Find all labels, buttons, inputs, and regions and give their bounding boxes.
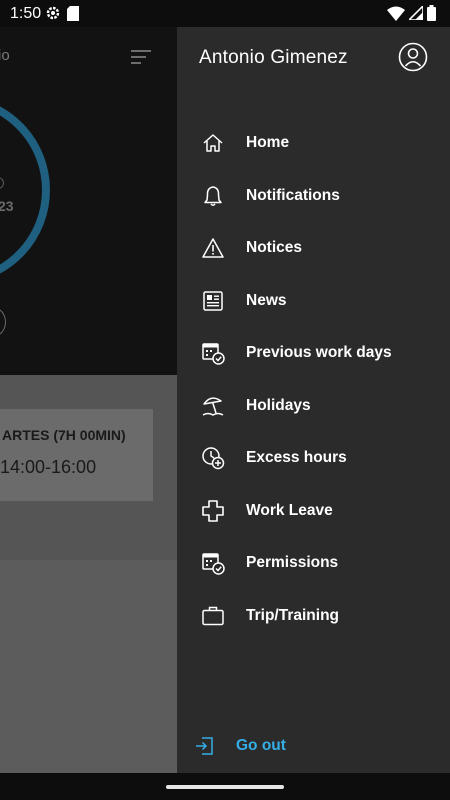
system-nav-bar (0, 773, 450, 800)
status-time: 1:50 (10, 5, 42, 22)
navigation-drawer: Antonio Gimenez Home Notifications Notic… (177, 27, 450, 773)
menu-label: Notifications (246, 186, 340, 204)
menu-item-trip-training[interactable]: Trip/Training (177, 590, 450, 643)
menu-item-holidays[interactable]: Holidays (177, 380, 450, 433)
signal-icon (407, 4, 424, 25)
menu-item-excess-hours[interactable]: Excess hours (177, 432, 450, 485)
logout-icon (193, 735, 215, 762)
newspaper-icon (201, 289, 225, 313)
background-app: io 23 ARTES (7H 00MIN) 14:00-16:00 (0, 27, 177, 773)
menu-item-home[interactable]: Home (177, 117, 450, 170)
menu-item-notifications[interactable]: Notifications (177, 170, 450, 223)
settings-icon (45, 5, 61, 26)
clock-plus-icon (201, 446, 225, 470)
menu-item-work-leave[interactable]: Work Leave (177, 485, 450, 538)
bell-icon (201, 184, 225, 208)
app-bottom-area (0, 560, 177, 773)
menu-label: News (246, 291, 287, 309)
user-name: Antonio Gimenez (199, 47, 348, 68)
home-icon (201, 131, 225, 155)
menu-label: Previous work days (246, 344, 392, 362)
logout-button[interactable]: Go out (177, 727, 450, 767)
battery-icon (427, 5, 436, 26)
progress-ring (0, 95, 50, 285)
calendar-check-icon (201, 551, 225, 575)
day-card-hours: 14:00-16:00 (0, 457, 97, 477)
calendar-check-icon (201, 341, 225, 365)
menu-label: Work Leave (246, 501, 333, 519)
menu-label: Excess hours (246, 449, 347, 467)
app-title: io (0, 47, 10, 64)
menu-label: Home (246, 134, 290, 152)
menu-item-notices[interactable]: Notices (177, 222, 450, 275)
drawer-menu: Home Notifications Notices News Previous… (177, 117, 450, 642)
medical-cross-icon (201, 499, 225, 523)
warning-icon (201, 236, 225, 260)
user-avatar-icon[interactable] (398, 42, 428, 72)
status-bar: 1:50 (0, 0, 450, 27)
day-card-title: ARTES (7H 00MIN) (2, 427, 126, 443)
wifi-icon (387, 6, 405, 26)
menu-item-news[interactable]: News (177, 275, 450, 328)
briefcase-icon (201, 604, 225, 628)
sort-menu-icon (131, 49, 151, 70)
circle-button (0, 307, 6, 337)
app-header: io 23 (0, 27, 177, 375)
menu-label: Permissions (246, 554, 339, 572)
menu-item-previous-work-days[interactable]: Previous work days (177, 327, 450, 380)
home-gesture-handle[interactable] (166, 785, 284, 789)
day-card: ARTES (7H 00MIN) 14:00-16:00 (0, 409, 153, 501)
menu-label: Trip/Training (246, 606, 340, 624)
beach-umbrella-icon (201, 394, 225, 418)
ring-value: 23 (0, 198, 14, 214)
menu-item-permissions[interactable]: Permissions (177, 537, 450, 590)
menu-label: Holidays (246, 396, 311, 414)
menu-label: Notices (246, 239, 302, 257)
logout-label: Go out (236, 737, 286, 754)
sd-card-icon (67, 5, 79, 26)
